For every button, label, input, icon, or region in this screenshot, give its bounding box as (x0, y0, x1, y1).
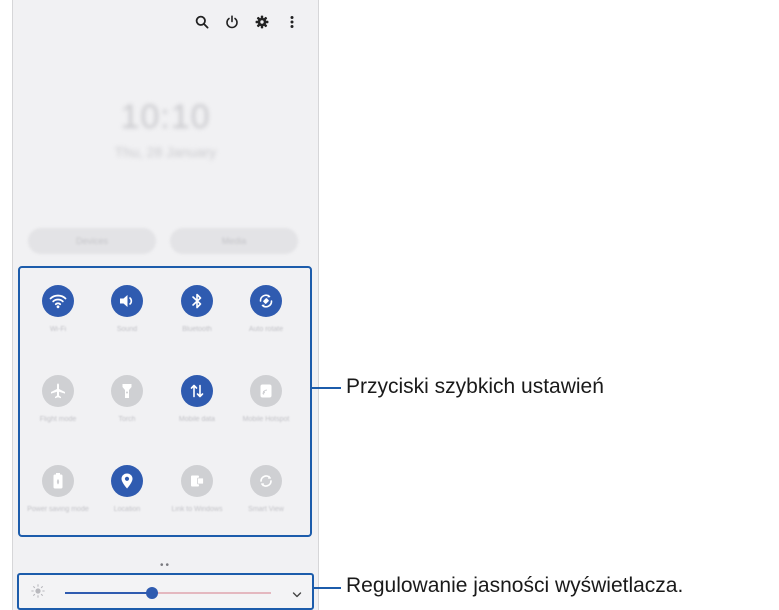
callout-brightness: Regulowanie jasności wyświetlacza. (346, 574, 684, 597)
tile-label: Smart View (248, 506, 284, 513)
mobile-data-icon (181, 375, 213, 407)
panel-toolbar (194, 14, 300, 30)
tile-label: Flight mode (39, 416, 77, 423)
brightness-slider-fill (65, 592, 152, 594)
tile-label: Location (113, 506, 141, 513)
smart-view-icon (250, 465, 282, 497)
callout-connector (312, 587, 341, 589)
tile-label: Mobile Hotspot (242, 416, 290, 423)
tile-power-saving[interactable]: Power saving mode (26, 465, 90, 514)
power-icon[interactable] (224, 14, 240, 30)
tile-label: Auto rotate (248, 326, 284, 333)
tile-bluetooth[interactable]: Bluetooth (165, 285, 229, 334)
gear-icon[interactable] (254, 14, 270, 30)
location-icon (111, 465, 143, 497)
devices-button[interactable]: Devices (28, 228, 156, 254)
page-indicator: •• (159, 560, 171, 571)
tile-location[interactable]: Location (95, 465, 159, 514)
tile-wifi[interactable]: Wi-Fi (26, 285, 90, 334)
tile-mobile-data[interactable]: Mobile data (165, 375, 229, 424)
battery-icon (42, 465, 74, 497)
brightness-slider[interactable] (65, 587, 271, 599)
tile-label: Power saving mode (27, 506, 89, 513)
tile-torch[interactable]: Torch (95, 375, 159, 424)
search-icon[interactable] (194, 14, 210, 30)
link-windows-icon (181, 465, 213, 497)
clock-time: 10:10 (120, 98, 211, 136)
clock-date: Thu, 28 January (114, 144, 217, 160)
tile-label: Bluetooth (182, 326, 212, 333)
tile-auto-rotate[interactable]: Auto rotate (234, 285, 298, 334)
tile-sound[interactable]: Sound (95, 285, 159, 334)
tile-label: Wi-Fi (49, 326, 67, 333)
brightness-slider-handle[interactable] (145, 587, 158, 599)
tile-label: Mobile data (178, 416, 216, 423)
tile-link-windows[interactable]: Link to Windows (165, 465, 229, 514)
notification-panel: 10:10 Thu, 28 January Devices Media Wi-F… (12, 0, 319, 610)
bluetooth-icon (181, 285, 213, 317)
hotspot-icon (250, 375, 282, 407)
chevron-down-icon[interactable] (292, 586, 302, 604)
more-vert-icon[interactable] (284, 14, 300, 30)
tile-label: Torch (118, 416, 136, 423)
tile-label: Link to Windows (171, 506, 223, 513)
airplane-icon (42, 375, 74, 407)
wifi-icon (42, 285, 74, 317)
flashlight-icon (111, 375, 143, 407)
callout-connector (312, 387, 341, 389)
sun-icon (31, 584, 45, 603)
auto-rotate-icon (250, 285, 282, 317)
tile-label: Sound (116, 326, 138, 333)
tile-smart-view[interactable]: Smart View (234, 465, 298, 514)
brightness-bar (17, 573, 314, 610)
tile-flight-mode[interactable]: Flight mode (26, 375, 90, 424)
media-button[interactable]: Media (170, 228, 298, 254)
tile-hotspot[interactable]: Mobile Hotspot (234, 375, 298, 424)
callout-quick-settings: Przyciski szybkich ustawień (346, 375, 604, 398)
sound-icon (111, 285, 143, 317)
